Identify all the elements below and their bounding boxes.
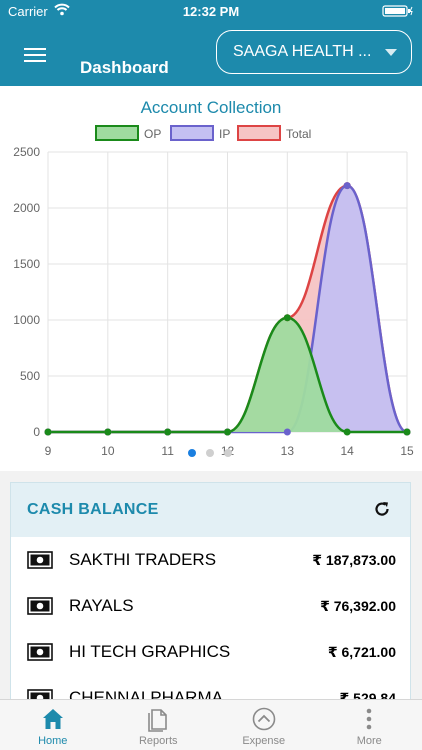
pager-dot[interactable] [206, 449, 214, 457]
cash-balance-header: CASH BALANCE [11, 483, 410, 537]
page-title: Dashboard [80, 58, 169, 77]
cash-balance-title: CASH BALANCE [27, 501, 159, 518]
x-tick-label: 14 [340, 444, 354, 458]
tab-reports[interactable]: Reports [106, 700, 212, 750]
legend-label: Total [286, 127, 311, 141]
tab-more[interactable]: More [317, 700, 422, 750]
battery-icon [382, 5, 413, 17]
y-tick-label: 0 [33, 425, 40, 439]
app-header: Dashboard SAAGA HEALTH ... [0, 22, 422, 86]
cash-icon [27, 597, 53, 615]
data-point [44, 428, 52, 436]
legend-swatch [237, 125, 281, 141]
account-amount: ₹ 76,392.00 [320, 597, 396, 614]
hamburger-line [24, 59, 46, 62]
refresh-icon [375, 501, 389, 516]
tab-label: Home [38, 735, 68, 747]
tab-label: More [356, 735, 382, 747]
account-amount: ₹ 6,721.00 [327, 643, 396, 660]
account-amount: ₹ 187,873.00 [312, 551, 396, 568]
tab-home[interactable]: Home [0, 700, 106, 750]
legend-label: IP [219, 127, 230, 141]
list-item[interactable]: SAKTHI TRADERS ₹ 187,873.00 [11, 537, 410, 583]
y-tick-label: 1000 [13, 313, 40, 327]
legend-swatch [170, 125, 214, 141]
y-tick-label: 2000 [13, 201, 40, 215]
data-point [343, 428, 351, 436]
chart-title: Account Collection [141, 98, 282, 117]
expense-icon [252, 707, 276, 731]
hamburger-icon [24, 47, 46, 50]
data-point [104, 428, 112, 436]
cash-icon [27, 551, 53, 569]
data-point [283, 428, 291, 436]
data-point [283, 314, 291, 322]
tab-label: Expense [242, 735, 286, 747]
reports-icon [148, 709, 168, 732]
list-item[interactable]: RAYALS ₹ 76,392.00 [11, 583, 410, 629]
data-point [224, 428, 231, 436]
status-bar: Carrier 12:32 PM [0, 0, 422, 22]
list-item[interactable]: HI TECH GRAPHICS ₹ 6,721.00 [11, 629, 410, 675]
data-point [403, 428, 411, 436]
x-tick-label: 9 [45, 444, 52, 458]
cash-balance-list: SAKTHI TRADERS ₹ 187,873.00 RAYALS ₹ 76,392… [11, 537, 410, 721]
x-tick-label: 15 [400, 444, 414, 458]
legend-swatch [95, 125, 139, 141]
pager-dot[interactable] [188, 449, 196, 457]
cash-icon [27, 643, 53, 661]
data-point [343, 182, 351, 190]
x-tick-label: 13 [281, 444, 295, 458]
x-tick-label: 11 [161, 444, 174, 458]
tab-bar: Home Reports Expense More [0, 699, 422, 750]
legend-label: OP [144, 127, 161, 141]
y-tick-label: 1500 [13, 257, 40, 271]
refresh-button[interactable] [370, 498, 394, 522]
account-name: SAKTHI TRADERS [69, 550, 217, 569]
y-tick-label: 2500 [13, 145, 40, 159]
more-icon [366, 708, 372, 730]
menu-button[interactable] [24, 44, 54, 66]
chart-svg: Account Collection OP IP Total 0 500 1000 1500 2… [13, 98, 414, 458]
data-point [164, 428, 172, 436]
account-name: RAYALS [69, 596, 134, 615]
tab-label: Reports [138, 735, 178, 747]
account-collection-chart: Account Collection OP IP Total 0 500 1000 1500 2… [0, 86, 422, 471]
pager-dot[interactable] [224, 449, 232, 457]
hamburger-line [24, 53, 46, 56]
organization-select[interactable]: SAAGA HEALTH ... [216, 30, 412, 74]
x-tick-label: 10 [101, 444, 115, 458]
y-tick-label: 500 [20, 369, 40, 383]
chart-pager [188, 449, 232, 457]
account-name: HI TECH GRAPHICS [69, 642, 231, 661]
tab-expense[interactable]: Expense [211, 700, 317, 750]
home-icon [42, 709, 63, 729]
chevron-down-icon [385, 48, 397, 56]
clock: 12:32 PM [182, 4, 240, 19]
organization-select-value: SAAGA HEALTH ... [233, 43, 372, 60]
